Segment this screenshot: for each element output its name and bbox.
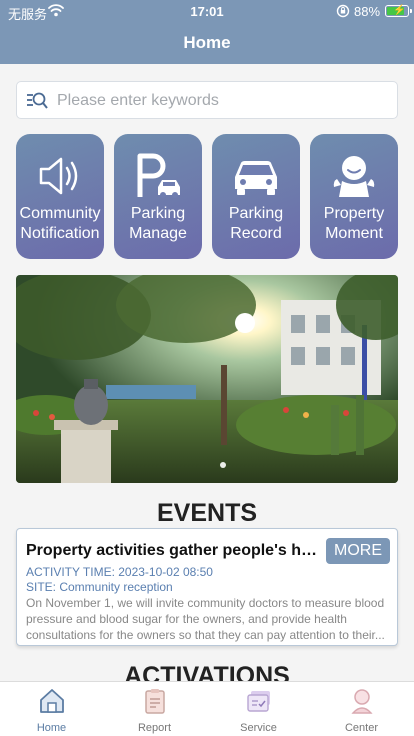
tab-bar: Home Report Service Center (0, 681, 414, 736)
battery-percent: 88% (354, 4, 381, 19)
event-description: On November 1, we will invite community … (26, 596, 385, 642)
user-center-icon (351, 689, 373, 714)
event-title: Property activities gather people's he..… (26, 542, 322, 559)
header: 无服务 17:01 88% ⚡ Home (0, 0, 414, 64)
tab-center-label: Center (344, 722, 379, 734)
tab-home-label: Home (36, 722, 67, 734)
clipboard-icon (145, 689, 165, 714)
parking-record-label: Parking Record (228, 205, 284, 242)
garden-photo (16, 275, 398, 483)
speaker-icon (39, 157, 78, 195)
search-input[interactable] (57, 87, 387, 115)
tab-center[interactable]: Center (310, 682, 413, 736)
status-time: 17:01 (190, 4, 224, 19)
home-icon (40, 689, 64, 713)
property-moment-label: Property Moment (323, 205, 385, 242)
battery-icon: ⚡ (385, 5, 412, 17)
property-moment-button[interactable]: Property Moment (310, 134, 398, 259)
tab-service[interactable]: Service (207, 682, 310, 736)
status-bar: 无服务 17:01 88% ⚡ (0, 0, 414, 22)
page-title: Home (183, 33, 231, 52)
tab-report-label: Report (137, 722, 172, 734)
event-card[interactable]: Property activities gather people's he..… (16, 528, 398, 646)
search-box[interactable] (16, 81, 398, 119)
community-notification-button[interactable]: Community Notification (16, 134, 104, 259)
parking-icon (137, 153, 180, 198)
event-site: SITE: Community reception (26, 580, 173, 594)
community-notification-label: Community Notification (19, 205, 101, 242)
parking-record-button[interactable]: Parking Record (212, 134, 300, 259)
more-button[interactable]: MORE (326, 538, 390, 564)
service-icon (247, 691, 270, 712)
charging-icon: ⚡ (393, 5, 406, 16)
search-icon (27, 92, 48, 109)
tab-service-label: Service (240, 722, 277, 734)
parking-manage-label: Parking Manage (129, 205, 187, 242)
tab-report[interactable]: Report (103, 682, 206, 736)
event-time: ACTIVITY TIME: 2023-10-02 08:50 (26, 565, 213, 579)
parking-manage-button[interactable]: Parking Manage (114, 134, 202, 259)
tab-home[interactable]: Home (0, 682, 103, 736)
car-icon (235, 161, 277, 195)
orientation-lock-icon (336, 4, 350, 18)
events-heading: EVENTS (156, 499, 258, 527)
banner-carousel[interactable] (16, 275, 398, 483)
person-icon (333, 156, 375, 197)
